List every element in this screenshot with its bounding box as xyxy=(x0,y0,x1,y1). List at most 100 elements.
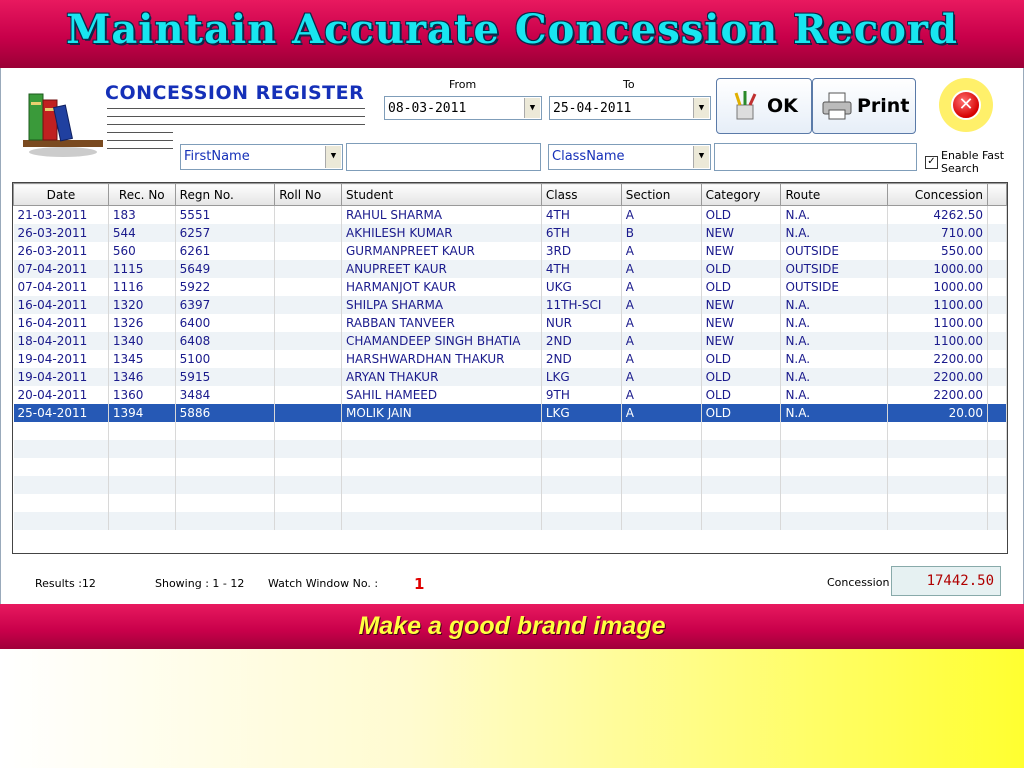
column-header[interactable]: Date xyxy=(13,183,109,206)
books-icon xyxy=(23,93,103,157)
table-row[interactable]: 19-04-2011 1345 5100 HARSHWARDHAN THAKUR 2ND… xyxy=(13,350,1007,368)
table-cell: AKHILESH KUMAR xyxy=(341,224,542,242)
table-cell xyxy=(274,224,342,242)
table-cell: 2200.00 xyxy=(887,386,988,404)
table-row[interactable]: 19-04-2011 1346 5915 ARYAN THAKUR LKG A OLD N.A… xyxy=(13,368,1007,386)
table-cell: HARMANJOT KAUR xyxy=(341,278,542,296)
table-cell xyxy=(987,422,1007,440)
decorative-lines xyxy=(107,108,365,132)
table-cell xyxy=(621,440,702,458)
filter2-search-input[interactable] xyxy=(714,143,917,171)
column-header[interactable]: Route xyxy=(780,183,889,206)
table-cell: SAHIL HAMEED xyxy=(341,386,542,404)
column-header[interactable]: Section xyxy=(620,183,702,206)
concession-table[interactable]: Date Rec. No Regn No. Roll No Student Class Se… xyxy=(12,182,1008,554)
table-cell xyxy=(780,458,889,476)
close-button[interactable]: ✕ xyxy=(939,78,993,132)
table-cell xyxy=(274,242,342,260)
table-row[interactable]: 20-04-2011 1360 3484 SAHIL HAMEED 9TH A OLD N.A… xyxy=(13,386,1007,404)
table-cell: 5100 xyxy=(175,350,276,368)
table-cell: 3RD xyxy=(541,242,622,260)
table-cell xyxy=(274,350,342,368)
table-cell-filler xyxy=(987,242,1007,260)
table-row[interactable]: 16-04-2011 1326 6400 RABBAN TANVEER NUR A NEW N… xyxy=(13,314,1007,332)
chevron-down-icon[interactable]: ▼ xyxy=(693,146,709,168)
table-row[interactable]: 18-04-2011 1340 6408 CHAMANDEEP SINGH BHATI… xyxy=(13,332,1007,350)
table-cell: 4TH xyxy=(541,260,622,278)
chevron-down-icon[interactable]: ▼ xyxy=(325,146,341,168)
table-row[interactable]: 21-03-2011 183 5551 RAHUL SHARMA 4TH A OLD N.A.… xyxy=(13,205,1007,224)
table-cell xyxy=(108,440,176,458)
enable-fast-search-checkbox[interactable]: ✓ xyxy=(925,156,938,169)
table-row[interactable]: 26-03-2011 544 6257 AKHILESH KUMAR 6TH B NEW N.… xyxy=(13,224,1007,242)
table-cell: 1340 xyxy=(108,332,176,350)
table-cell xyxy=(341,440,542,458)
table-row[interactable]: 07-04-2011 1116 5922 HARMANJOT KAUR UKG A OLD O… xyxy=(13,278,1007,296)
filter1-field-select[interactable]: FirstName ▼ xyxy=(180,144,343,170)
banner-title: Maintain Accurate Concession Record xyxy=(66,6,958,53)
table-cell: 25-04-2011 xyxy=(13,404,109,422)
close-icon[interactable]: ✕ xyxy=(951,90,981,120)
column-header[interactable]: Rec. No xyxy=(107,183,176,206)
table-cell: 1326 xyxy=(108,314,176,332)
table-cell: OLD xyxy=(701,205,782,224)
from-label: From xyxy=(449,78,477,91)
table-cell-filler xyxy=(987,332,1007,350)
table-cell: OLD xyxy=(701,278,782,296)
table-cell: 183 xyxy=(108,205,176,224)
table-cell xyxy=(341,458,542,476)
table-cell: 4262.50 xyxy=(887,205,988,224)
table-cell: N.A. xyxy=(780,386,889,404)
table-cell: N.A. xyxy=(780,332,889,350)
register-title: CONCESSION REGISTER xyxy=(105,82,365,104)
table-cell: ANUPREET KAUR xyxy=(341,260,542,278)
table-cell: N.A. xyxy=(780,296,889,314)
table-cell xyxy=(274,440,342,458)
table-cell xyxy=(274,296,342,314)
table-row[interactable]: 26-03-2011 560 6261 GURMANPREET KAUR 3RD A NEW… xyxy=(13,242,1007,260)
table-cell: 11TH-SCI xyxy=(541,296,622,314)
to-date-picker[interactable]: 25-04-2011 ▼ xyxy=(549,96,711,120)
concession-total-value: 17442.50 xyxy=(891,566,1001,596)
table-cell: LKG xyxy=(541,404,622,422)
chevron-down-icon[interactable]: ▼ xyxy=(524,98,540,118)
table-cell: RABBAN TANVEER xyxy=(341,314,542,332)
table-cell xyxy=(887,422,988,440)
table-cell: SHILPA SHARMA xyxy=(341,296,542,314)
table-header-row: Date Rec. No Regn No. Roll No Student Class Se… xyxy=(13,183,1007,206)
table-cell xyxy=(701,440,782,458)
table-cell xyxy=(274,368,342,386)
table-cell: 6397 xyxy=(175,296,276,314)
table-cell: MOLIK JAIN xyxy=(341,404,542,422)
column-header[interactable]: Class xyxy=(540,183,622,206)
table-row[interactable]: 07-04-2011 1115 5649 ANUPREET KAUR 4TH A OLD OU… xyxy=(13,260,1007,278)
chevron-down-icon[interactable]: ▼ xyxy=(693,98,709,118)
column-header[interactable]: Regn No. xyxy=(174,183,276,206)
column-header[interactable]: Student xyxy=(341,183,542,206)
column-header[interactable]: Roll No xyxy=(274,183,342,206)
filter1-search-input[interactable] xyxy=(346,143,541,171)
table-cell: 5551 xyxy=(175,205,276,224)
print-button[interactable]: Print xyxy=(812,78,916,134)
table-cell: NUR xyxy=(541,314,622,332)
table-row[interactable]: 25-04-2011 1394 5886 MOLIK JAIN LKG A OLD N.A. 2… xyxy=(13,404,1007,422)
table-cell: RAHUL SHARMA xyxy=(341,205,542,224)
table-cell: 4TH xyxy=(541,205,622,224)
filter2-field-select[interactable]: ClassName ▼ xyxy=(548,144,711,170)
table-cell: A xyxy=(621,278,702,296)
from-date-picker[interactable]: 08-03-2011 ▼ xyxy=(384,96,542,120)
column-header[interactable]: Category xyxy=(700,183,782,206)
ok-button[interactable]: OK xyxy=(716,78,812,134)
table-cell xyxy=(887,512,988,530)
table-cell xyxy=(341,422,542,440)
printer-icon xyxy=(822,92,852,120)
table-row[interactable]: 16-04-2011 1320 6397 SHILPA SHARMA 11TH-SCI A… xyxy=(13,296,1007,314)
table-cell: 3484 xyxy=(175,386,276,404)
table-cell-filler xyxy=(987,368,1007,386)
table-cell: OUTSIDE xyxy=(780,278,889,296)
table-cell-filler xyxy=(987,386,1007,404)
table-cell: 5922 xyxy=(175,278,276,296)
column-header[interactable]: Concession xyxy=(887,183,988,206)
table-cell: 5649 xyxy=(175,260,276,278)
filter1-field-value: FirstName xyxy=(184,149,250,164)
